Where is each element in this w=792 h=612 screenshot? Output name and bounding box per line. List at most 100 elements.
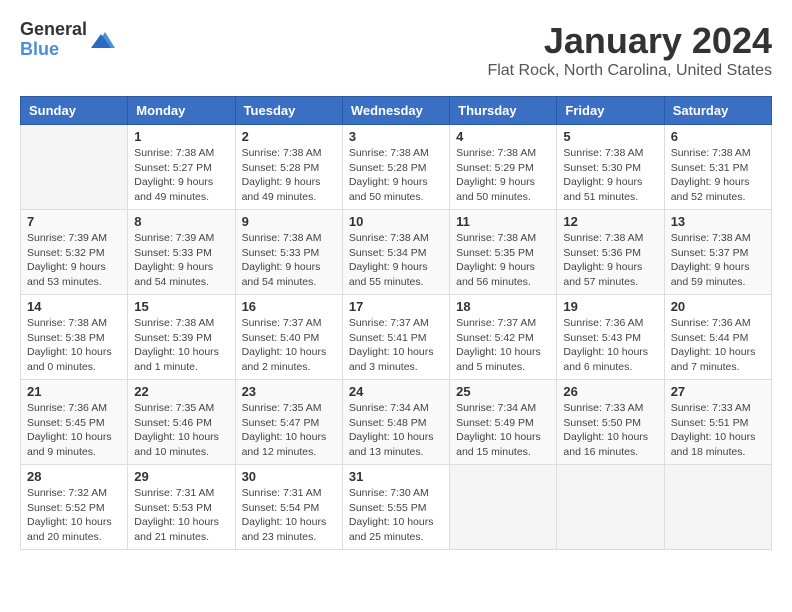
calendar-cell: 21Sunrise: 7:36 AM Sunset: 5:45 PM Dayli…: [21, 380, 128, 465]
calendar-cell: 17 Sunrise: 7:37 AM Sunset: 5:41 PM Dayli…: [342, 295, 449, 380]
day-info: Sunrise: 7:38 AM Sunset: 5:28 PM Dayligh…: [242, 146, 336, 205]
day-info: Sunrise: 7:35 AM Sunset: 5:46 PM Dayligh…: [134, 401, 228, 460]
calendar-cell: 15Sunrise: 7:38 AM Sunset: 5:39 PM Dayli…: [128, 295, 235, 380]
calendar-cell: 10 Sunrise: 7:38 AM Sunset: 5:34 PM Dayli…: [342, 210, 449, 295]
day-info: Sunrise: 7:36 AM Sunset: 5:44 PM Dayligh…: [671, 316, 765, 375]
day-info: Sunrise: 7:31 AM Sunset: 5:54 PM Dayligh…: [242, 486, 336, 545]
calendar-day-header: Saturday: [664, 97, 771, 125]
calendar-cell: 31 Sunrise: 7:30 AM Sunset: 5:55 PM Dayli…: [342, 465, 449, 550]
calendar-cell: 5 Sunrise: 7:38 AM Sunset: 5:30 PM Daylig…: [557, 125, 664, 210]
calendar-cell: 22 Sunrise: 7:35 AM Sunset: 5:46 PM Dayli…: [128, 380, 235, 465]
day-number: 9: [242, 214, 336, 229]
logo-general: General: [20, 20, 87, 40]
day-info: Sunrise: 7:38 AM Sunset: 5:28 PM Dayligh…: [349, 146, 443, 205]
day-info: Sunrise: 7:35 AM Sunset: 5:47 PM Dayligh…: [242, 401, 336, 460]
calendar-week-row: 7 Sunrise: 7:39 AM Sunset: 5:32 PM Daylig…: [21, 210, 772, 295]
day-info: Sunrise: 7:38 AM Sunset: 5:34 PM Dayligh…: [349, 231, 443, 290]
day-number: 30: [242, 469, 336, 484]
calendar-week-row: 28 Sunrise: 7:32 AM Sunset: 5:52 PM Dayli…: [21, 465, 772, 550]
day-number: 25: [456, 384, 550, 399]
day-info: Sunrise: 7:38 AM Sunset: 5:30 PM Dayligh…: [563, 146, 657, 205]
day-info: Sunrise: 7:37 AM Sunset: 5:41 PM Dayligh…: [349, 316, 443, 375]
calendar-cell: [450, 465, 557, 550]
calendar-cell: 2Sunrise: 7:38 AM Sunset: 5:28 PM Daylig…: [235, 125, 342, 210]
logo: General Blue: [20, 20, 115, 60]
calendar-cell: 6Sunrise: 7:38 AM Sunset: 5:31 PM Daylig…: [664, 125, 771, 210]
day-info: Sunrise: 7:38 AM Sunset: 5:29 PM Dayligh…: [456, 146, 550, 205]
day-number: 4: [456, 129, 550, 144]
day-number: 28: [27, 469, 121, 484]
logo-text: General Blue: [20, 20, 87, 60]
day-info: Sunrise: 7:38 AM Sunset: 5:27 PM Dayligh…: [134, 146, 228, 205]
calendar-cell: 12 Sunrise: 7:38 AM Sunset: 5:36 PM Dayli…: [557, 210, 664, 295]
calendar-day-header: Wednesday: [342, 97, 449, 125]
day-number: 1: [134, 129, 228, 144]
calendar-table: SundayMondayTuesdayWednesdayThursdayFrid…: [20, 96, 772, 550]
calendar-cell: [21, 125, 128, 210]
day-number: 5: [563, 129, 657, 144]
calendar-week-row: 21Sunrise: 7:36 AM Sunset: 5:45 PM Dayli…: [21, 380, 772, 465]
day-info: Sunrise: 7:39 AM Sunset: 5:33 PM Dayligh…: [134, 231, 228, 290]
day-number: 18: [456, 299, 550, 314]
day-number: 22: [134, 384, 228, 399]
day-number: 12: [563, 214, 657, 229]
calendar-cell: 7 Sunrise: 7:39 AM Sunset: 5:32 PM Daylig…: [21, 210, 128, 295]
day-info: Sunrise: 7:37 AM Sunset: 5:42 PM Dayligh…: [456, 316, 550, 375]
day-number: 8: [134, 214, 228, 229]
calendar-cell: 16Sunrise: 7:37 AM Sunset: 5:40 PM Dayli…: [235, 295, 342, 380]
day-info: Sunrise: 7:30 AM Sunset: 5:55 PM Dayligh…: [349, 486, 443, 545]
calendar-cell: 4 Sunrise: 7:38 AM Sunset: 5:29 PM Daylig…: [450, 125, 557, 210]
logo-icon: [91, 28, 115, 52]
day-info: Sunrise: 7:38 AM Sunset: 5:36 PM Dayligh…: [563, 231, 657, 290]
day-number: 11: [456, 214, 550, 229]
day-number: 31: [349, 469, 443, 484]
day-number: 26: [563, 384, 657, 399]
calendar-cell: 26 Sunrise: 7:33 AM Sunset: 5:50 PM Dayli…: [557, 380, 664, 465]
logo-blue: Blue: [20, 40, 87, 60]
calendar-cell: 23Sunrise: 7:35 AM Sunset: 5:47 PM Dayli…: [235, 380, 342, 465]
calendar-cell: 27Sunrise: 7:33 AM Sunset: 5:51 PM Dayli…: [664, 380, 771, 465]
calendar-cell: 25 Sunrise: 7:34 AM Sunset: 5:49 PM Dayli…: [450, 380, 557, 465]
day-number: 24: [349, 384, 443, 399]
calendar-cell: 29Sunrise: 7:31 AM Sunset: 5:53 PM Dayli…: [128, 465, 235, 550]
calendar-day-header: Friday: [557, 97, 664, 125]
day-info: Sunrise: 7:38 AM Sunset: 5:35 PM Dayligh…: [456, 231, 550, 290]
calendar-cell: 13Sunrise: 7:38 AM Sunset: 5:37 PM Dayli…: [664, 210, 771, 295]
day-info: Sunrise: 7:32 AM Sunset: 5:52 PM Dayligh…: [27, 486, 121, 545]
location: Flat Rock, North Carolina, United States: [487, 62, 772, 80]
day-number: 14: [27, 299, 121, 314]
calendar-cell: 14 Sunrise: 7:38 AM Sunset: 5:38 PM Dayli…: [21, 295, 128, 380]
day-number: 15: [134, 299, 228, 314]
calendar-cell: 30 Sunrise: 7:31 AM Sunset: 5:54 PM Dayli…: [235, 465, 342, 550]
day-number: 29: [134, 469, 228, 484]
day-info: Sunrise: 7:34 AM Sunset: 5:48 PM Dayligh…: [349, 401, 443, 460]
day-info: Sunrise: 7:34 AM Sunset: 5:49 PM Dayligh…: [456, 401, 550, 460]
calendar-cell: 28 Sunrise: 7:32 AM Sunset: 5:52 PM Dayli…: [21, 465, 128, 550]
day-info: Sunrise: 7:39 AM Sunset: 5:32 PM Dayligh…: [27, 231, 121, 290]
day-number: 19: [563, 299, 657, 314]
day-number: 21: [27, 384, 121, 399]
calendar-day-header: Tuesday: [235, 97, 342, 125]
day-info: Sunrise: 7:37 AM Sunset: 5:40 PM Dayligh…: [242, 316, 336, 375]
day-number: 20: [671, 299, 765, 314]
calendar-cell: 11 Sunrise: 7:38 AM Sunset: 5:35 PM Dayli…: [450, 210, 557, 295]
calendar-header-row: SundayMondayTuesdayWednesdayThursdayFrid…: [21, 97, 772, 125]
day-number: 10: [349, 214, 443, 229]
day-number: 13: [671, 214, 765, 229]
calendar-week-row: 1 Sunrise: 7:38 AM Sunset: 5:27 PM Daylig…: [21, 125, 772, 210]
calendar-cell: 18 Sunrise: 7:37 AM Sunset: 5:42 PM Dayli…: [450, 295, 557, 380]
day-info: Sunrise: 7:38 AM Sunset: 5:31 PM Dayligh…: [671, 146, 765, 205]
month-title: January 2024: [487, 20, 772, 62]
day-info: Sunrise: 7:33 AM Sunset: 5:50 PM Dayligh…: [563, 401, 657, 460]
day-number: 7: [27, 214, 121, 229]
day-info: Sunrise: 7:33 AM Sunset: 5:51 PM Dayligh…: [671, 401, 765, 460]
calendar-cell: 8 Sunrise: 7:39 AM Sunset: 5:33 PM Daylig…: [128, 210, 235, 295]
calendar-day-header: Monday: [128, 97, 235, 125]
calendar-cell: 20 Sunrise: 7:36 AM Sunset: 5:44 PM Dayli…: [664, 295, 771, 380]
day-info: Sunrise: 7:36 AM Sunset: 5:43 PM Dayligh…: [563, 316, 657, 375]
title-section: January 2024 Flat Rock, North Carolina, …: [487, 20, 772, 80]
calendar-cell: 1 Sunrise: 7:38 AM Sunset: 5:27 PM Daylig…: [128, 125, 235, 210]
calendar-week-row: 14 Sunrise: 7:38 AM Sunset: 5:38 PM Dayli…: [21, 295, 772, 380]
day-info: Sunrise: 7:38 AM Sunset: 5:38 PM Dayligh…: [27, 316, 121, 375]
day-number: 17: [349, 299, 443, 314]
